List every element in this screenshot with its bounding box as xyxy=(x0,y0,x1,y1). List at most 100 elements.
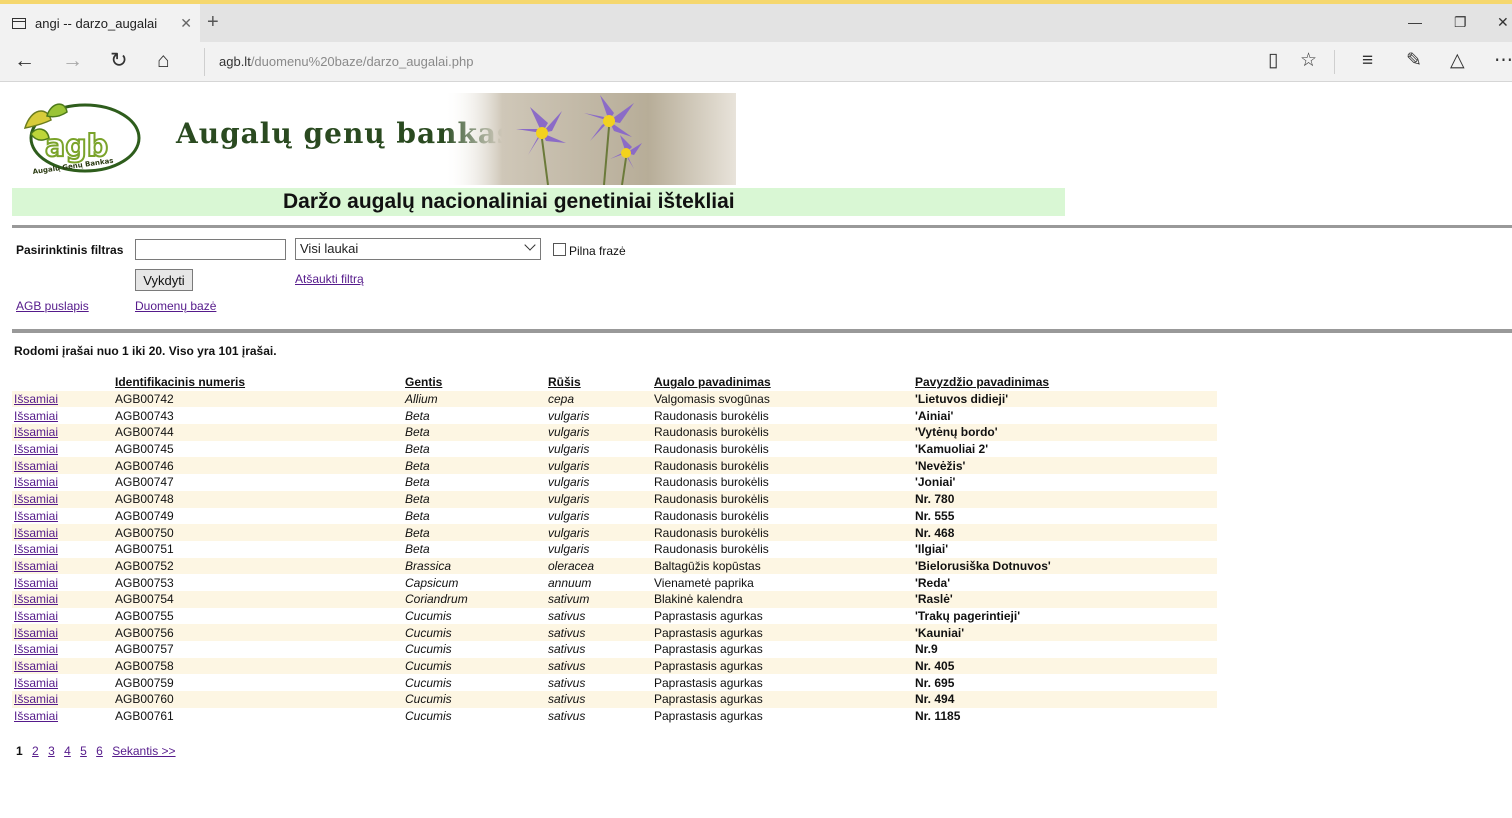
address-bar[interactable]: agb.lt/duomenu%20baze/darzo_augalai.php xyxy=(204,48,1244,76)
cell-species: vulgaris xyxy=(548,542,590,557)
back-icon[interactable]: ← xyxy=(14,49,35,73)
details-link[interactable]: Išsamiai xyxy=(14,559,58,573)
cell-genus: Allium xyxy=(403,390,546,408)
cell-species: vulgaris xyxy=(546,490,652,508)
table-row: Išsamiai AGB00750 Beta vulgaris Raudonasis b… xyxy=(12,524,1217,541)
details-link[interactable]: Išsamiai xyxy=(14,526,58,540)
cell-species: vulgaris xyxy=(548,408,590,423)
cell-species: vulgaris xyxy=(548,475,590,490)
cell-details: Išsamiai xyxy=(12,457,113,475)
details-link[interactable]: Išsamiai xyxy=(14,642,58,656)
details-link[interactable]: Išsamiai xyxy=(14,626,58,640)
cell-plant-name: Baltagūžis kopūstas xyxy=(652,557,913,575)
details-link[interactable]: Išsamiai xyxy=(14,442,58,456)
cell-genus: Brassica xyxy=(403,557,546,575)
details-link[interactable]: Išsamiai xyxy=(14,475,58,489)
cell-id: AGB00761 xyxy=(115,709,174,724)
cell-sample-name: Nr. 405 xyxy=(913,657,1217,675)
cell-species: vulgaris xyxy=(548,508,590,523)
execute-button[interactable]: Vykdyti xyxy=(135,269,193,291)
cell-species: cepa xyxy=(546,390,652,408)
cell-details: Išsamiai xyxy=(12,474,113,491)
cell-plant-name: Paprastasis agurkas xyxy=(654,709,763,724)
agb-page-link[interactable]: AGB puslapis xyxy=(16,299,89,313)
page-title: Daržo augalų nacionaliniai genetiniai iš… xyxy=(283,190,735,213)
cell-id: AGB00760 xyxy=(113,691,403,708)
column-header-genus[interactable]: Gentis xyxy=(403,374,546,391)
details-link[interactable]: Išsamiai xyxy=(14,709,58,723)
cell-sample-name: 'Reda' xyxy=(915,575,951,590)
table-row: Išsamiai AGB00743 Beta vulgaris Raudonasis b… xyxy=(12,407,1217,424)
details-link[interactable]: Išsamiai xyxy=(14,459,58,473)
cell-id: AGB00755 xyxy=(115,608,174,623)
page-link-6[interactable]: 6 xyxy=(96,744,103,758)
table-row: Išsamiai AGB00745 Beta vulgaris Raudonasis b… xyxy=(12,441,1217,458)
column-header-plant-name[interactable]: Augalo pavadinimas xyxy=(652,374,913,391)
details-link[interactable]: Išsamiai xyxy=(14,492,58,506)
details-link[interactable]: Išsamiai xyxy=(14,425,58,439)
hub-icon[interactable]: ≡ xyxy=(1362,50,1373,72)
cell-plant-name: Raudonasis burokėlis xyxy=(652,457,913,475)
cell-id: AGB00758 xyxy=(113,657,403,675)
details-link[interactable]: Išsamiai xyxy=(14,692,58,706)
home-icon[interactable]: ⌂ xyxy=(157,49,170,73)
filter-input[interactable] xyxy=(135,239,286,260)
column-header-species[interactable]: Rūšis xyxy=(546,374,652,391)
details-link[interactable]: Išsamiai xyxy=(14,576,58,590)
more-icon[interactable]: ⋯ xyxy=(1494,50,1512,72)
tab-page-icon xyxy=(12,17,26,29)
reading-view-icon[interactable]: ▯ xyxy=(1268,50,1278,72)
full-phrase-checkbox[interactable] xyxy=(553,243,566,256)
minimize-icon[interactable]: — xyxy=(1408,14,1422,30)
details-link[interactable]: Išsamiai xyxy=(14,659,58,673)
cell-details: Išsamiai xyxy=(12,691,113,708)
cell-genus: Beta xyxy=(405,442,430,457)
browser-window: angi -- darzo_augalai ✕ + — ❐ ✕ ← → ↻ ⌂ … xyxy=(0,0,1512,818)
cell-details: Išsamiai xyxy=(12,524,113,541)
agb-logo[interactable]: agb Augalų Genų Bankas xyxy=(17,98,141,180)
cell-sample-name: Nr. 695 xyxy=(915,675,955,690)
restore-icon[interactable]: ❐ xyxy=(1454,14,1467,31)
cancel-filter-link[interactable]: Atšaukti filtrą xyxy=(295,272,364,286)
forward-icon[interactable]: → xyxy=(62,49,83,73)
details-link[interactable]: Išsamiai xyxy=(14,592,58,606)
url-host: agb.lt xyxy=(219,54,251,69)
close-window-icon[interactable]: ✕ xyxy=(1497,14,1509,31)
chevron-down-icon xyxy=(524,239,536,251)
column-header-sample-name[interactable]: Pavyzdžio pavadinimas xyxy=(913,374,1217,391)
cell-genus: Beta xyxy=(405,408,430,423)
cell-id: AGB00745 xyxy=(115,442,174,457)
page-link-2[interactable]: 2 xyxy=(32,744,39,758)
cell-details: Išsamiai xyxy=(12,674,113,691)
tab-current[interactable]: angi -- darzo_augalai ✕ xyxy=(0,4,200,42)
cell-sample-name: 'Kamuoliai 2' xyxy=(915,442,989,457)
cell-sample-name: 'Vytėnų bordo' xyxy=(913,424,1217,441)
cell-plant-name: Raudonasis burokėlis xyxy=(654,408,769,423)
page-title-band: Daržo augalų nacionaliniai genetiniai iš… xyxy=(12,188,1065,216)
details-link[interactable]: Išsamiai xyxy=(14,409,58,423)
web-note-icon[interactable]: ✎ xyxy=(1406,50,1422,72)
details-link[interactable]: Išsamiai xyxy=(14,676,58,690)
field-select[interactable]: Visi laukai xyxy=(295,238,541,260)
share-icon[interactable]: △ xyxy=(1450,50,1465,72)
database-link[interactable]: Duomenų bazė xyxy=(135,299,216,313)
refresh-icon[interactable]: ↻ xyxy=(110,49,128,73)
cell-sample-name: 'Ilgiai' xyxy=(915,542,949,557)
column-header-id[interactable]: Identifikacinis numeris xyxy=(113,374,403,391)
cell-id: AGB00743 xyxy=(115,408,174,423)
page-link-4[interactable]: 4 xyxy=(64,744,71,758)
details-link[interactable]: Išsamiai xyxy=(14,542,58,556)
web-page: agb Augalų Genų Bankas Augalų genų banka… xyxy=(0,82,1512,818)
new-tab-icon[interactable]: + xyxy=(207,12,219,32)
cell-details: Išsamiai xyxy=(12,657,113,675)
page-link-3[interactable]: 3 xyxy=(48,744,55,758)
page-link-5[interactable]: 5 xyxy=(80,744,87,758)
tab-close-icon[interactable]: ✕ xyxy=(180,15,192,32)
cell-species: oleracea xyxy=(546,557,652,575)
favorite-star-icon[interactable]: ☆ xyxy=(1300,50,1317,72)
next-page-link[interactable]: Sekantis >> xyxy=(112,744,175,758)
details-link[interactable]: Išsamiai xyxy=(14,392,58,406)
details-link[interactable]: Išsamiai xyxy=(14,609,58,623)
results-table: Identifikacinis numeris Gentis Rūšis Aug… xyxy=(12,374,1217,724)
details-link[interactable]: Išsamiai xyxy=(14,509,58,523)
